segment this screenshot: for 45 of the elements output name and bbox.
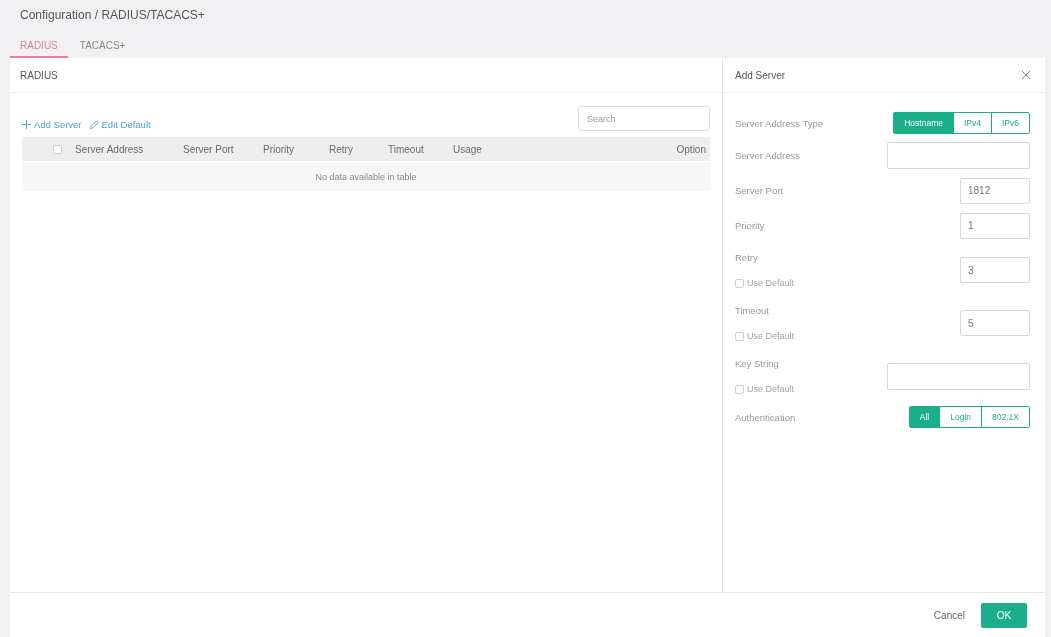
search-field[interactable]: Search bbox=[578, 106, 710, 131]
checkbox-label: Use Default bbox=[747, 384, 795, 394]
field-label: Authentication bbox=[735, 411, 796, 423]
toolbar-link[interactable]: Edit Default bbox=[89, 119, 151, 130]
checkbox-label: Use Default bbox=[747, 331, 795, 341]
column-header: Usage bbox=[452, 143, 483, 155]
breadcrumb: Configuration / RADIUS/TACACS+ bbox=[20, 7, 205, 23]
close-icon[interactable] bbox=[1021, 70, 1031, 80]
column-header: Retry bbox=[328, 143, 354, 155]
segment-option[interactable]: IPv6 bbox=[991, 113, 1029, 133]
field-label: Server Address bbox=[735, 150, 800, 161]
input-field[interactable]: 5 bbox=[960, 310, 1030, 336]
section-title: RADIUS bbox=[20, 69, 58, 81]
checkbox[interactable] bbox=[735, 278, 744, 288]
segment-option[interactable]: All bbox=[909, 407, 940, 427]
column-header: Option bbox=[675, 143, 707, 155]
field-label: Server Address Type bbox=[735, 117, 823, 129]
toolbar-link[interactable]: Add Server bbox=[22, 119, 82, 130]
empty-table-message: No data available in table bbox=[315, 171, 417, 182]
column-header: Priority bbox=[262, 143, 296, 155]
ok-button[interactable]: OK bbox=[981, 602, 1027, 628]
field-label: Retry bbox=[735, 252, 759, 263]
segment-option[interactable]: Hostname bbox=[894, 113, 953, 133]
segment-option[interactable]: 802.1X bbox=[981, 407, 1029, 427]
checkbox-label: Use Default bbox=[747, 278, 795, 288]
column-header: Server Port bbox=[182, 143, 235, 155]
input-field[interactable]: 3 bbox=[960, 257, 1030, 283]
input-field[interactable]: 1812 bbox=[960, 177, 1030, 204]
field-label: Key String bbox=[735, 358, 780, 369]
input-field[interactable]: 1 bbox=[960, 212, 1030, 239]
field-label: Priority bbox=[735, 220, 765, 231]
checkbox[interactable] bbox=[52, 144, 62, 154]
field-label: Server Port bbox=[735, 185, 784, 196]
checkbox[interactable] bbox=[735, 384, 744, 394]
checkbox[interactable] bbox=[735, 331, 744, 341]
plus-icon bbox=[22, 120, 31, 129]
column-header: Server Address bbox=[74, 143, 145, 155]
tab[interactable]: TACACS+ bbox=[69, 36, 136, 58]
input-field[interactable] bbox=[887, 362, 1030, 390]
cancel-button[interactable]: Cancel bbox=[931, 605, 967, 625]
pencil-icon bbox=[89, 120, 99, 129]
panel-title: Add Server bbox=[735, 69, 786, 81]
field-label: Timeout bbox=[735, 305, 770, 316]
input-field[interactable] bbox=[887, 142, 1030, 169]
column-header: Timeout bbox=[387, 143, 425, 155]
